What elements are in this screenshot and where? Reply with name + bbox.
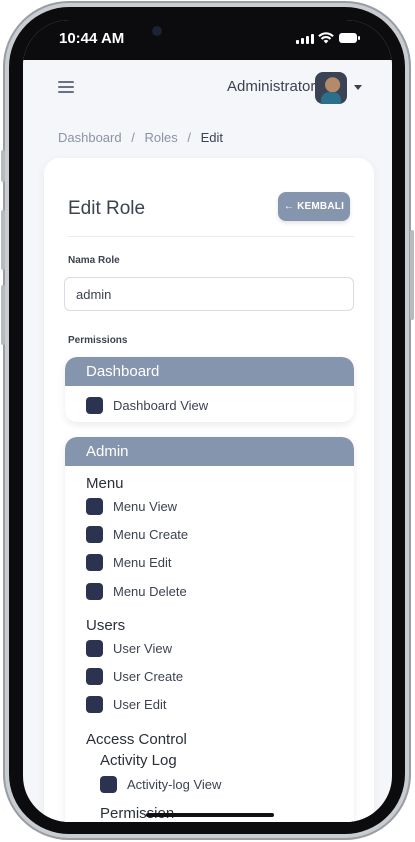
permission-item[interactable]: User View: [86, 640, 172, 657]
page-title: Edit Role: [68, 198, 146, 219]
permission-label: Menu Delete: [113, 584, 187, 599]
breadcrumb-item-roles[interactable]: Roles: [144, 130, 177, 145]
permission-label: User Create: [113, 669, 184, 684]
checkbox[interactable]: [86, 498, 103, 515]
permission-item[interactable]: Menu Create: [86, 526, 188, 543]
home-indicator: [146, 813, 274, 817]
breadcrumb: Dashboard / Roles / Edit: [58, 130, 223, 145]
permission-item[interactable]: Dashboard View: [86, 397, 208, 414]
role-name-label: Nama Role: [68, 255, 120, 266]
permission-label: Menu Edit: [113, 555, 172, 570]
status-bar: 10:44 AM: [23, 20, 392, 60]
checkbox[interactable]: [86, 696, 103, 713]
battery-icon: [339, 33, 357, 43]
permission-item[interactable]: Menu Edit: [86, 554, 172, 571]
avatar[interactable]: [315, 72, 347, 104]
permission-item[interactable]: Menu View: [86, 498, 177, 515]
breadcrumb-item-edit: Edit: [200, 130, 224, 145]
permissions-label: Permissions: [68, 335, 128, 346]
back-button[interactable]: ← KEMBALI: [278, 192, 350, 221]
app-header: Administrator Dashboard / Roles / Edit: [23, 60, 392, 160]
checkbox[interactable]: [86, 554, 103, 571]
checkbox[interactable]: [100, 776, 117, 793]
phone-side-button: [1, 150, 5, 182]
checkbox[interactable]: [86, 526, 103, 543]
permission-label: Menu View: [113, 499, 178, 514]
role-name-input[interactable]: [64, 277, 354, 311]
permission-label: Menu Create: [113, 527, 189, 542]
checkbox[interactable]: [86, 668, 103, 685]
section-title-access-control: Access Control: [86, 731, 187, 748]
checkbox[interactable]: [86, 583, 103, 600]
signal-icon: [296, 34, 314, 44]
battery-tip: [358, 36, 360, 40]
divider: [68, 236, 354, 237]
permission-label: Activity-log View: [127, 777, 222, 792]
permission-item[interactable]: User Create: [86, 668, 183, 685]
screen: 10:44 AM Administrator Dashboard / Roles: [23, 20, 392, 822]
permission-group-admin: Admin Menu Menu View Menu Create Menu Ed…: [65, 437, 354, 822]
section-title-menu: Menu: [86, 475, 124, 492]
group-header: Dashboard: [65, 357, 354, 386]
phone-side-button: [1, 210, 5, 270]
permission-group-dashboard: Dashboard Dashboard View: [65, 357, 354, 422]
edit-role-card: Edit Role ← KEMBALI Nama Role Permission…: [44, 158, 374, 822]
checkbox[interactable]: [86, 640, 103, 657]
camera-icon: [152, 26, 162, 36]
breadcrumb-separator: /: [187, 130, 191, 145]
phone-side-button: [1, 285, 5, 345]
checkbox[interactable]: [86, 397, 103, 414]
breadcrumb-separator: /: [131, 130, 135, 145]
status-time: 10:44 AM: [59, 30, 125, 47]
section-title-activity-log: Activity Log: [100, 752, 177, 769]
breadcrumb-item-dashboard[interactable]: Dashboard: [58, 130, 122, 145]
permission-item[interactable]: Menu Delete: [86, 583, 187, 600]
user-name[interactable]: Administrator: [227, 78, 315, 95]
permission-label: User View: [113, 641, 173, 656]
permission-item[interactable]: Activity-log View: [100, 776, 221, 793]
permission-label: User Edit: [113, 697, 167, 712]
chevron-down-icon[interactable]: [354, 85, 362, 90]
phone-side-button: [410, 230, 414, 320]
group-header: Admin: [65, 437, 354, 466]
wifi-icon: [318, 32, 334, 44]
permission-label: Dashboard View: [113, 398, 209, 413]
menu-toggle-icon[interactable]: [58, 81, 74, 93]
permission-item[interactable]: User Edit: [86, 696, 166, 713]
section-title-users: Users: [86, 617, 126, 634]
